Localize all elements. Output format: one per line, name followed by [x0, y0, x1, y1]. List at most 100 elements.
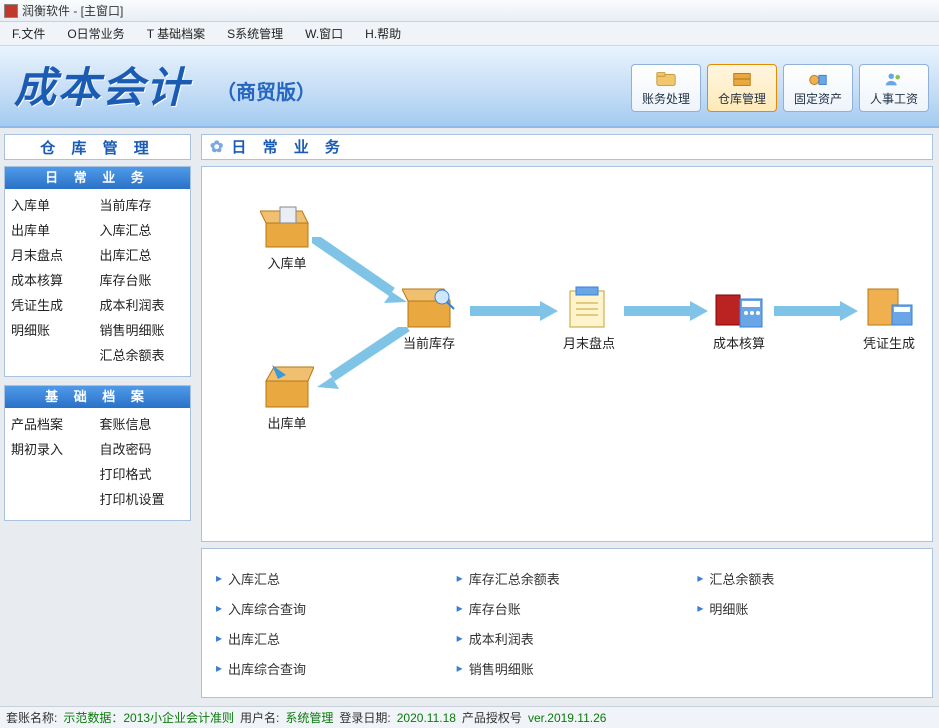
- sidebar-link-voucher[interactable]: 凭证生成: [11, 295, 96, 314]
- module-btn-finance[interactable]: 账务处理: [631, 64, 701, 112]
- flow-node-label: 出库单: [267, 413, 306, 432]
- window-title: 润衡软件 - [主窗口]: [22, 2, 123, 19]
- menu-base[interactable]: T 基础档案: [141, 23, 211, 44]
- status-license-value: ver.2019.11.26: [528, 711, 607, 725]
- sidebar-panel-daily: 日 常 业 务 入库单 当前库存 出库单 入库汇总 月末盘点 出库汇总 成本核算…: [4, 166, 191, 377]
- module-btn-label: 固定资产: [794, 90, 842, 107]
- calculator-icon: [712, 285, 766, 329]
- report-link[interactable]: 库存台账: [457, 593, 678, 623]
- sidebar-link-profit[interactable]: 成本利润表: [100, 295, 185, 314]
- flow-node-label: 凭证生成: [863, 333, 915, 352]
- flow-node-out[interactable]: 出库单: [260, 365, 314, 432]
- flow-arrow: [312, 237, 412, 307]
- menubar: F.文件 O日常业务 T 基础档案 S系统管理 W.窗口 H.帮助: [0, 22, 939, 46]
- menu-system[interactable]: S系统管理: [221, 23, 289, 44]
- sidebar-link-printer[interactable]: 打印机设置: [100, 489, 185, 508]
- asset-icon: [807, 70, 829, 88]
- sidebar-link-curstock[interactable]: 当前库存: [100, 195, 185, 214]
- status-date-value: 2020.11.18: [397, 711, 456, 725]
- module-btn-hr[interactable]: 人事工资: [859, 64, 929, 112]
- banner: 成本会计 （商贸版） 账务处理 仓库管理 固定资产 人事工资: [0, 46, 939, 128]
- menu-help[interactable]: H.帮助: [359, 23, 407, 44]
- sidebar-panel-base: 基 础 档 案 产品档案 套账信息 期初录入 自改密码 打印格式 打印机设置: [4, 385, 191, 521]
- sidebar-link-outsum[interactable]: 出库汇总: [100, 245, 185, 264]
- sidebar-link-empty: [11, 345, 96, 364]
- main-heading: ✿ 日 常 业 务: [201, 134, 933, 160]
- report-link[interactable]: 明细账: [697, 593, 918, 623]
- flow-node-month[interactable]: 月末盘点: [562, 285, 616, 352]
- status-date-label: 登录日期:: [339, 709, 390, 726]
- status-account-label: 套账名称:: [6, 709, 57, 726]
- flow-node-cost[interactable]: 成本核算: [712, 285, 766, 352]
- sidebar-panel-daily-title: 日 常 业 务: [5, 167, 190, 189]
- sidebar-link-insum[interactable]: 入库汇总: [100, 220, 185, 239]
- main-heading-text: 日 常 业 务: [231, 136, 346, 157]
- sidebar-link-init[interactable]: 期初录入: [11, 439, 96, 458]
- sidebar-link-ledger[interactable]: 库存台账: [100, 270, 185, 289]
- statusbar: 套账名称: 示范数据：2013小企业会计准则 用户名: 系统管理 登录日期: 2…: [0, 706, 939, 728]
- app-title: 成本会计: [14, 54, 190, 115]
- flow-node-voucher[interactable]: 凭证生成: [862, 285, 916, 352]
- sidebar-link-detail[interactable]: 明细账: [11, 320, 96, 339]
- voucher-icon: [862, 285, 916, 329]
- content: 仓 库 管 理 日 常 业 务 入库单 当前库存 出库单 入库汇总 月末盘点 出…: [0, 128, 939, 704]
- report-link[interactable]: 汇总余额表: [697, 563, 918, 593]
- module-btn-label: 仓库管理: [718, 90, 766, 107]
- clipboard-icon: [562, 285, 616, 329]
- report-link[interactable]: 入库汇总: [216, 563, 437, 593]
- people-icon: [883, 70, 905, 88]
- sidebar-link-out[interactable]: 出库单: [11, 220, 96, 239]
- sidebar: 仓 库 管 理 日 常 业 务 入库单 当前库存 出库单 入库汇总 月末盘点 出…: [0, 128, 195, 704]
- module-btn-label: 账务处理: [642, 90, 690, 107]
- app-subtitle: （商贸版）: [216, 76, 316, 105]
- sidebar-panel-base-title: 基 础 档 案: [5, 386, 190, 408]
- flow-node-label: 入库单: [267, 253, 306, 272]
- status-license-label: 产品授权号: [462, 709, 522, 726]
- workflow-diagram: 入库单 当前库存 出库单 月末盘点 成本核算 凭证生成: [201, 166, 933, 542]
- folder-icon: [655, 70, 677, 88]
- reports-panel: 入库汇总 库存汇总余额表 汇总余额表 入库综合查询 库存台账 明细账 出库汇总 …: [201, 548, 933, 698]
- sidebar-link-cost[interactable]: 成本核算: [11, 270, 96, 289]
- report-link[interactable]: 出库汇总: [216, 623, 437, 653]
- app-icon: [4, 4, 18, 18]
- flow-arrow: [624, 301, 708, 321]
- flow-arrow: [470, 301, 558, 321]
- report-link[interactable]: 库存汇总余额表: [457, 563, 678, 593]
- report-link[interactable]: 出库综合查询: [216, 653, 437, 683]
- main: ✿ 日 常 业 务 入库单 当前库存 出库单 月末盘点: [195, 128, 939, 704]
- module-buttons: 账务处理 仓库管理 固定资产 人事工资: [631, 64, 929, 112]
- report-link[interactable]: 销售明细账: [457, 653, 678, 683]
- menu-daily[interactable]: O日常业务: [61, 23, 130, 44]
- module-btn-label: 人事工资: [870, 90, 918, 107]
- sidebar-link-in[interactable]: 入库单: [11, 195, 96, 214]
- flow-node-label: 成本核算: [713, 333, 765, 352]
- sidebar-link-product[interactable]: 产品档案: [11, 414, 96, 433]
- sidebar-link-sales[interactable]: 销售明细账: [100, 320, 185, 339]
- gear-icon: ✿: [210, 137, 223, 157]
- sidebar-link-month[interactable]: 月末盘点: [11, 245, 96, 264]
- box-icon: [731, 70, 753, 88]
- status-user-value: 系统管理: [285, 709, 333, 726]
- report-link[interactable]: 成本利润表: [457, 623, 678, 653]
- report-link[interactable]: 入库综合查询: [216, 593, 437, 623]
- flow-arrow: [774, 301, 858, 321]
- flow-node-label: 月末盘点: [563, 333, 615, 352]
- module-btn-assets[interactable]: 固定资产: [783, 64, 853, 112]
- box-open-icon: [260, 205, 314, 249]
- sidebar-link-print[interactable]: 打印格式: [100, 464, 185, 483]
- sidebar-link-e2: [11, 489, 96, 508]
- menu-file[interactable]: F.文件: [6, 23, 51, 44]
- flow-arrow: [317, 327, 417, 397]
- module-btn-warehouse[interactable]: 仓库管理: [707, 64, 777, 112]
- sidebar-link-e1: [11, 464, 96, 483]
- flow-node-in[interactable]: 入库单: [260, 205, 314, 272]
- sidebar-link-pwd[interactable]: 自改密码: [100, 439, 185, 458]
- titlebar: 润衡软件 - [主窗口]: [0, 0, 939, 22]
- status-account-value: 示范数据：2013小企业会计准则: [63, 709, 234, 726]
- sidebar-link-account[interactable]: 套账信息: [100, 414, 185, 433]
- sidebar-title: 仓 库 管 理: [4, 134, 191, 160]
- box-out-icon: [260, 365, 314, 409]
- sidebar-link-balance[interactable]: 汇总余额表: [100, 345, 185, 364]
- menu-window[interactable]: W.窗口: [299, 23, 349, 44]
- status-user-label: 用户名:: [240, 709, 279, 726]
